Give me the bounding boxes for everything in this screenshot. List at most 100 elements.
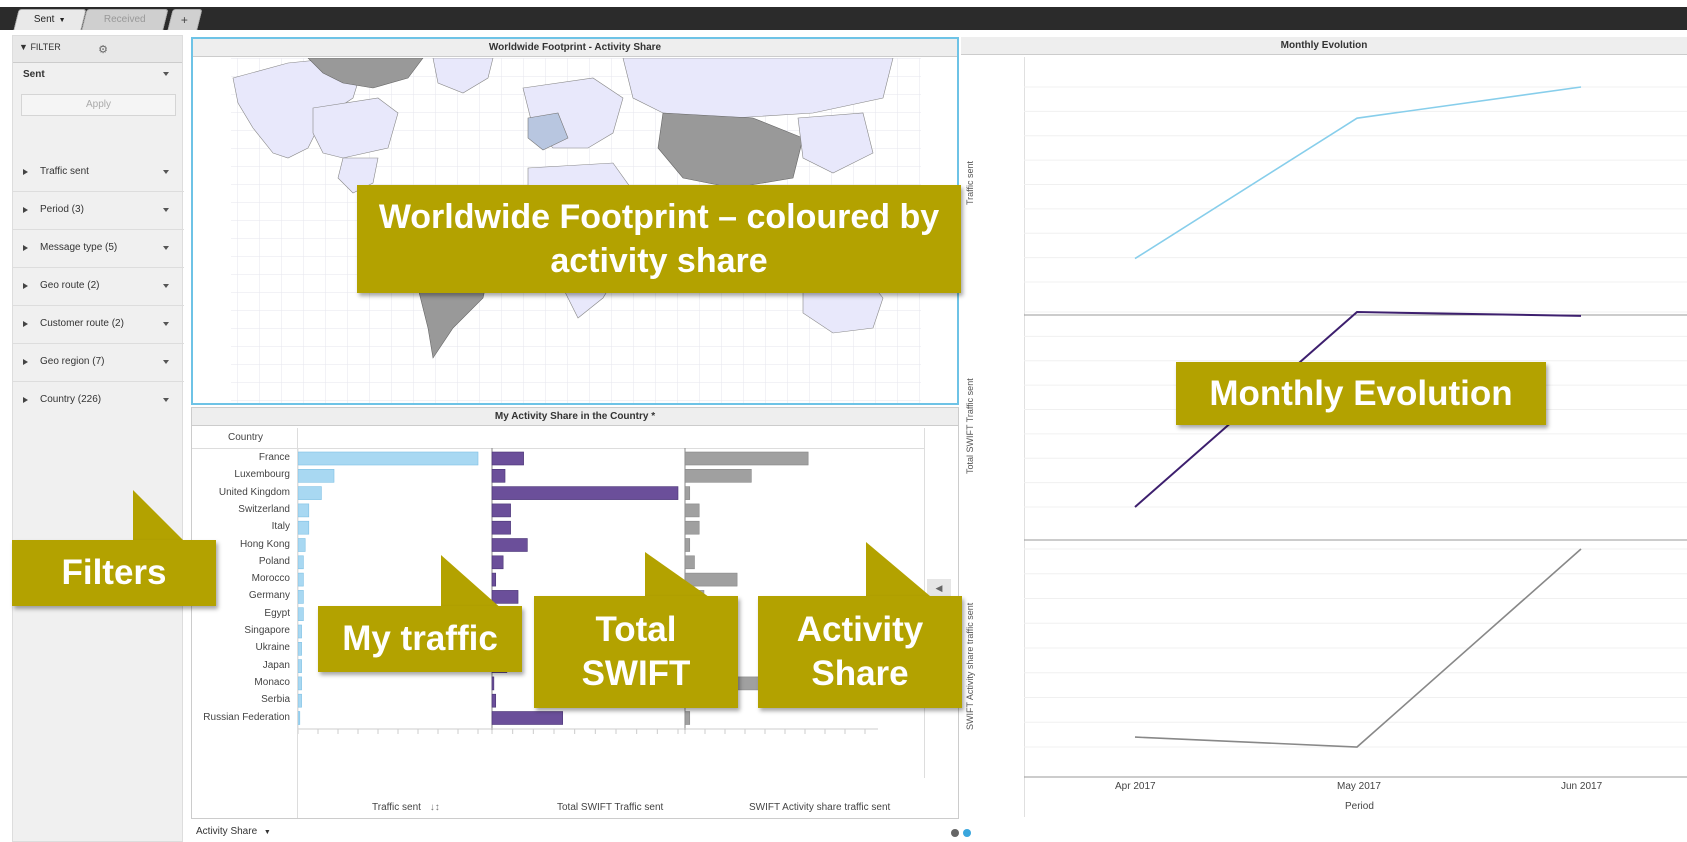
bar-total-swift[interactable] (491, 503, 511, 518)
bar-activity-share[interactable] (684, 503, 700, 518)
country-label: Hong Kong (239, 538, 290, 550)
callout-monthly: Monthly Evolution (1176, 362, 1546, 425)
country-label: Egypt (264, 607, 290, 619)
gear-icon[interactable]: ⚙ (96, 43, 110, 57)
callout-my-traffic: My traffic (318, 606, 522, 672)
filter-sidebar: ▼ FILTER ⚙ Sent Apply Traffic sent Perio… (12, 35, 184, 842)
chevron-down-icon (163, 360, 169, 364)
bar-total-swift[interactable] (491, 468, 506, 483)
page-dot-2[interactable] (963, 829, 971, 837)
country-label: Russian Federation (203, 711, 290, 723)
activity-share-selector[interactable]: Activity Share ▼ (196, 826, 271, 837)
chevron-down-icon (163, 170, 169, 174)
filter-item-customer-route[interactable]: Customer route (2) (13, 306, 184, 344)
bar-traffic[interactable] (298, 693, 302, 708)
map-panel-title: Worldwide Footprint - Activity Share (193, 39, 957, 57)
filter-item-message-type[interactable]: Message type (5) (13, 230, 184, 268)
y-label-activity-share: SWIFT Activity share traffic sent (965, 602, 975, 730)
bar-traffic[interactable] (298, 659, 302, 673)
filter-item-geo-route[interactable]: Geo route (2) (13, 268, 184, 306)
callout-total-swift: Total SWIFT (534, 596, 738, 708)
country-label: Italy (271, 521, 290, 533)
bar-total-swift[interactable] (491, 693, 497, 708)
chevron-down-icon[interactable] (163, 72, 169, 76)
bar-total-swift[interactable] (491, 486, 679, 500)
add-tab-button[interactable]: + (167, 9, 203, 30)
country-label: Singapore (244, 625, 290, 636)
bar-traffic[interactable] (298, 642, 302, 656)
bar-activity-share[interactable] (684, 468, 752, 483)
country-column-header: Country (228, 432, 264, 443)
bar-traffic[interactable] (298, 676, 302, 691)
bar-traffic[interactable] (298, 711, 301, 725)
bar-traffic[interactable] (298, 451, 479, 466)
bar-activity-share[interactable] (684, 538, 691, 552)
filter-label: FILTER (30, 42, 61, 52)
bar-activity-share[interactable] (684, 451, 809, 466)
expand-icon (23, 169, 28, 175)
sort-icon[interactable]: ↓↕ (430, 802, 440, 813)
bar-traffic[interactable] (298, 503, 310, 518)
tab-sent-label: Sent (33, 14, 55, 25)
bar-total-swift[interactable] (491, 711, 563, 725)
expand-icon (23, 283, 28, 289)
bar-total-swift[interactable] (491, 538, 528, 552)
bar-traffic[interactable] (298, 538, 306, 552)
bar-traffic[interactable] (298, 624, 302, 639)
bar-traffic[interactable] (298, 468, 335, 483)
bar-activity-share[interactable] (684, 711, 691, 725)
y-label-total-swift: Total SWIFT Traffic sent (965, 378, 975, 474)
page-dot-1[interactable] (951, 829, 959, 837)
filter-item-geo-region[interactable]: Geo region (7) (13, 344, 184, 382)
filter-item-country[interactable]: Country (226) (13, 382, 184, 420)
bar-total-swift[interactable] (491, 520, 511, 535)
chevron-down-icon: ▼ (263, 829, 271, 836)
tab-bar-background (0, 7, 1687, 30)
callout-my-traffic-pointer (441, 555, 503, 610)
monthly-panel-title: Monthly Evolution (961, 37, 1687, 55)
country-label: Germany (248, 590, 290, 602)
callout-total-swift-pointer (645, 552, 709, 597)
y-label-traffic-sent: Traffic sent (965, 160, 975, 205)
bar-activity-share[interactable] (684, 486, 691, 500)
monthly-line-chart[interactable] (961, 57, 1687, 817)
country-label: United Kingdom (218, 486, 290, 498)
x-tick-may: May 2017 (1337, 781, 1381, 792)
bar-traffic[interactable] (298, 520, 310, 535)
filter-item-label: Period (3) (40, 204, 84, 215)
x-label-text: Traffic sent (372, 802, 421, 813)
chevron-down-icon (163, 284, 169, 288)
filter-item-period[interactable]: Period (3) (13, 192, 184, 230)
bar-activity-share[interactable] (684, 520, 700, 535)
tab-received[interactable]: Received (81, 9, 169, 30)
callout-filters-pointer (133, 490, 185, 542)
filter-item-label: Customer route (2) (40, 318, 124, 329)
collapse-arrow-icon[interactable]: ◀ (927, 579, 951, 597)
expand-icon (23, 321, 28, 327)
bar-traffic[interactable] (298, 555, 304, 570)
country-label: France (258, 452, 290, 463)
bar-total-swift[interactable] (491, 451, 524, 466)
x-label-total-swift: Total SWIFT Traffic sent (557, 802, 664, 813)
country-label: Morocco (251, 573, 290, 585)
filter-button[interactable]: ▼ FILTER (19, 42, 61, 52)
sent-selector[interactable]: Sent (23, 69, 45, 80)
tab-sent[interactable]: Sent ▼ (13, 9, 87, 30)
filter-item-label: Traffic sent (40, 166, 89, 177)
activity-share-selector-label: Activity Share (196, 826, 258, 837)
country-label: Luxembourg (234, 469, 290, 481)
callout-activity-share: Activity Share (758, 596, 962, 708)
x-axis-title: Period (1345, 801, 1374, 812)
filter-item-traffic-sent[interactable]: Traffic sent (13, 154, 184, 192)
bar-traffic[interactable] (298, 572, 304, 587)
bar-traffic[interactable] (298, 590, 304, 604)
bar-traffic[interactable] (298, 607, 304, 621)
country-label: Ukraine (255, 642, 290, 654)
plus-icon: + (181, 13, 189, 27)
expand-icon (23, 397, 28, 403)
apply-button[interactable]: Apply (21, 94, 176, 116)
bar-traffic[interactable] (298, 486, 322, 500)
chevron-down-icon: ▼ (58, 17, 66, 24)
bar-total-swift[interactable] (491, 676, 495, 691)
expand-icon (23, 207, 28, 213)
